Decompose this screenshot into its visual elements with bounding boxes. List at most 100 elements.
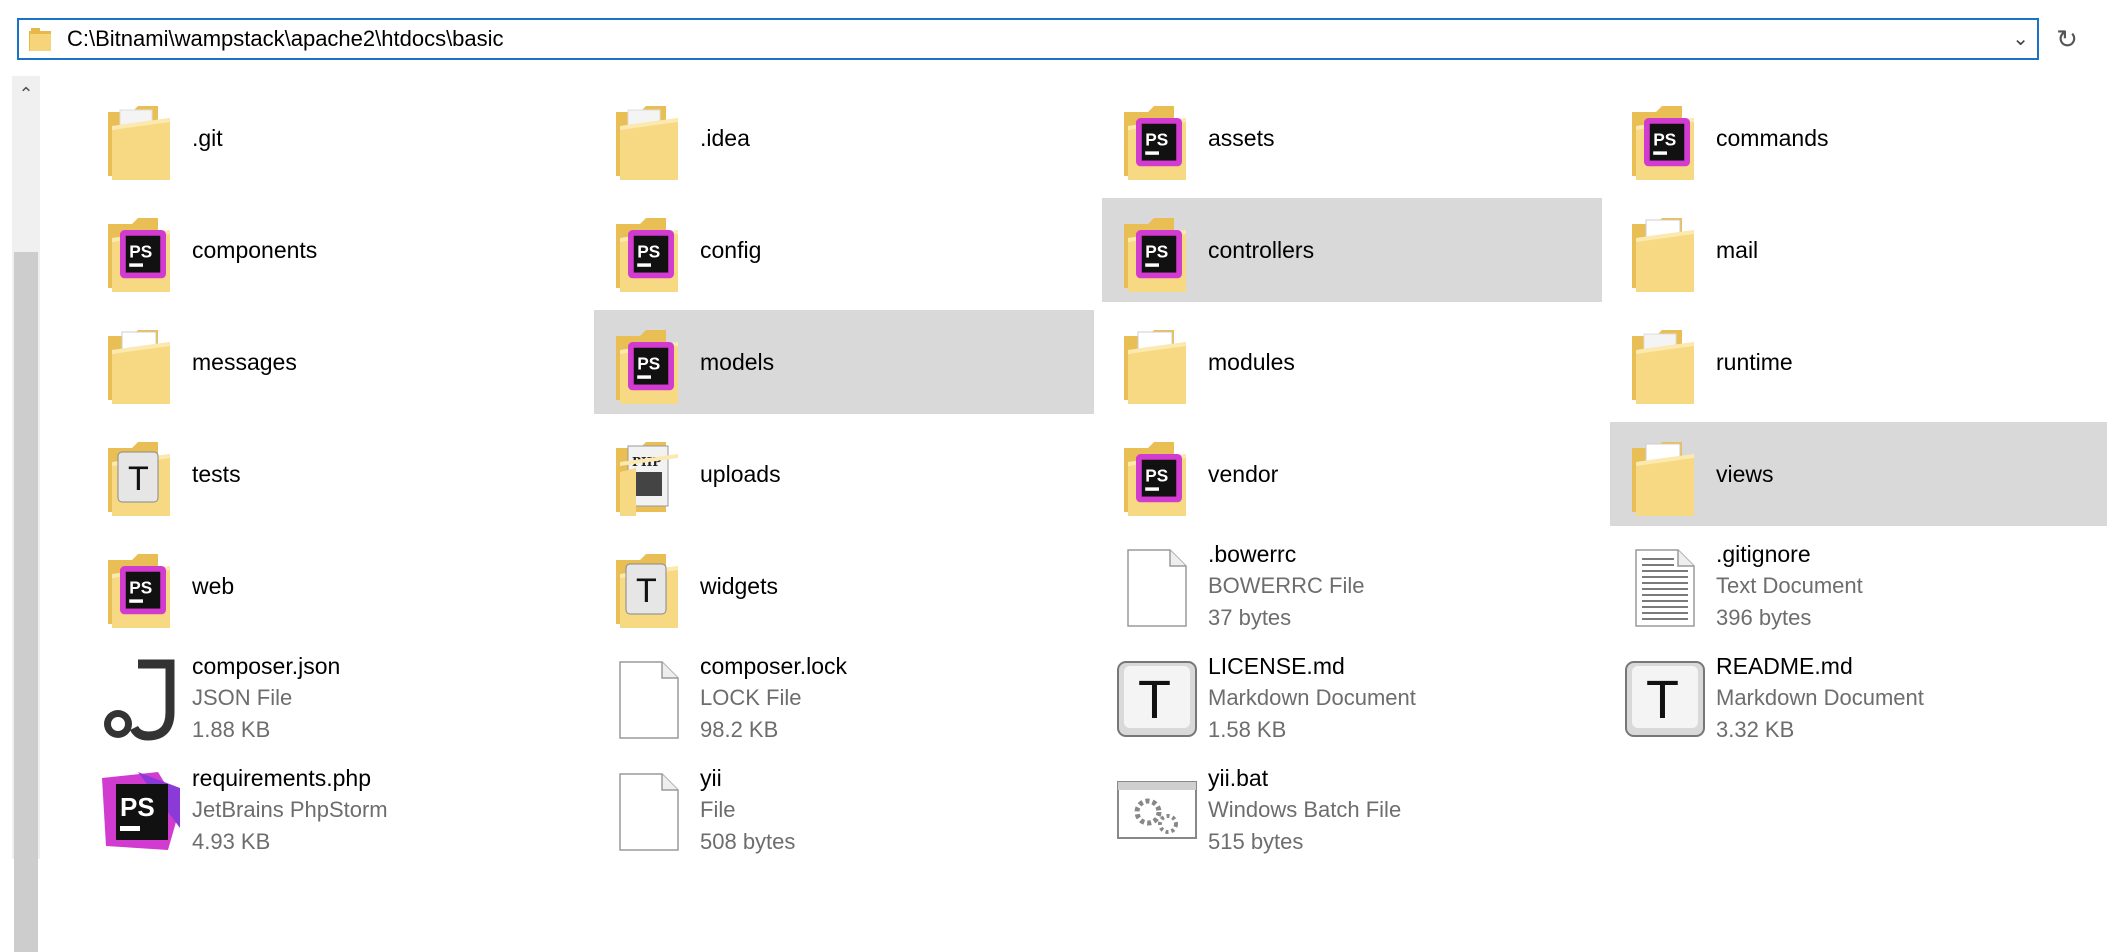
folder-docs-icon xyxy=(1622,432,1708,518)
item-name: composer.lock xyxy=(700,653,848,679)
folder-item[interactable]: mail xyxy=(1610,198,2107,302)
item-type: JSON File xyxy=(192,685,293,710)
folder-item[interactable]: runtime xyxy=(1610,310,2107,414)
address-path[interactable]: C:\Bitnami\wampstack\apache2\htdocs\basi… xyxy=(67,20,504,58)
item-size: 37 bytes xyxy=(1208,605,1292,630)
item-type: Markdown Document xyxy=(1208,685,1416,710)
folder-item[interactable]: Twidgets xyxy=(594,534,1094,638)
folder-ps-icon: PS xyxy=(1622,96,1708,182)
chevron-down-icon[interactable]: ⌄ xyxy=(2012,20,2029,58)
item-size: 3.32 KB xyxy=(1716,717,1795,742)
item-name: components xyxy=(192,237,318,263)
item-type: Text Document xyxy=(1716,573,1863,598)
item-name: modules xyxy=(1208,349,1295,375)
folder-icon xyxy=(29,28,51,51)
file-item[interactable]: .bowerrc BOWERRC File 37 bytes xyxy=(1102,534,1602,638)
item-size: 508 bytes xyxy=(700,829,796,854)
svg-text:PS: PS xyxy=(1145,242,1168,262)
item-name: composer.json xyxy=(192,653,341,679)
item-size: 1.88 KB xyxy=(192,717,271,742)
file-blank-icon xyxy=(606,656,692,742)
folder-item[interactable]: PS components xyxy=(86,198,586,302)
folder-item[interactable]: PS controllers xyxy=(1102,198,1602,302)
svg-text:PS: PS xyxy=(129,578,152,598)
vertical-scrollbar[interactable]: ⌃ xyxy=(12,76,40,952)
folder-item[interactable]: PS models xyxy=(594,310,1094,414)
item-name: requirements.php xyxy=(192,765,371,791)
item-name: runtime xyxy=(1716,349,1793,375)
file-item[interactable]: yii File 508 bytes xyxy=(594,758,1094,862)
file-item[interactable]: composer.lock LOCK File 98.2 KB xyxy=(594,646,1094,750)
folder-ps-icon: PS xyxy=(98,208,184,294)
scrollbar-thumb[interactable] xyxy=(14,252,38,952)
file-item[interactable]: T README.md Markdown Document 3.32 KB xyxy=(1610,646,2107,750)
svg-text:PS: PS xyxy=(1145,466,1168,486)
folder-ps-icon: PS xyxy=(1114,432,1200,518)
svg-text:PS: PS xyxy=(637,354,660,374)
item-type: LOCK File xyxy=(700,685,802,710)
svg-text:T: T xyxy=(636,572,657,610)
item-name: mail xyxy=(1716,237,1759,263)
folder-php-icon: PHP xyxy=(606,432,692,518)
item-name: vendor xyxy=(1208,461,1279,487)
folder-item[interactable]: .idea xyxy=(594,86,1094,190)
item-name: messages xyxy=(192,349,297,375)
file-text-icon xyxy=(1622,544,1708,630)
item-name: LICENSE.md xyxy=(1208,653,1345,679)
file-blank-icon xyxy=(606,768,692,854)
folder-item[interactable]: PS commands xyxy=(1610,86,2107,190)
item-type: Windows Batch File xyxy=(1208,797,1402,822)
item-name: controllers xyxy=(1208,237,1315,263)
item-name: .git xyxy=(192,125,223,151)
folder-item[interactable]: .git xyxy=(86,86,586,190)
folder-docs-icon xyxy=(1114,320,1200,406)
folder-item[interactable]: PS config xyxy=(594,198,1094,302)
file-t-icon: T xyxy=(1622,656,1708,742)
folder-item[interactable]: Ttests xyxy=(86,422,586,526)
item-type: File xyxy=(700,797,736,822)
file-bat-icon xyxy=(1114,768,1200,854)
svg-text:PS: PS xyxy=(637,242,660,262)
svg-text:T: T xyxy=(1646,670,1679,730)
address-bar[interactable]: C:\Bitnami\wampstack\apache2\htdocs\basi… xyxy=(17,18,2039,60)
folder-item[interactable]: modules xyxy=(1102,310,1602,414)
item-name: .bowerrc xyxy=(1208,541,1297,567)
folder-plain-icon xyxy=(98,96,184,182)
item-type: BOWERRC File xyxy=(1208,573,1365,598)
folder-item[interactable]: PS web xyxy=(86,534,586,638)
scroll-up-arrow-icon[interactable]: ⌃ xyxy=(12,76,40,110)
svg-text:PS: PS xyxy=(1145,130,1168,150)
item-name: views xyxy=(1716,461,1774,487)
item-type: Markdown Document xyxy=(1716,685,1924,710)
item-size: 1.58 KB xyxy=(1208,717,1287,742)
file-item[interactable]: yii.bat Windows Batch File 515 bytes xyxy=(1102,758,1602,862)
item-name: widgets xyxy=(700,573,778,599)
item-name: yii xyxy=(700,765,722,791)
folder-item[interactable]: views xyxy=(1610,422,2107,526)
item-name: commands xyxy=(1716,125,1829,151)
file-item[interactable]: T LICENSE.md Markdown Document 1.58 KB xyxy=(1102,646,1602,750)
folder-t-icon: T xyxy=(606,544,692,630)
file-ps-icon: PS xyxy=(98,768,184,854)
folder-item[interactable]: PS assets xyxy=(1102,86,1602,190)
svg-text:PS: PS xyxy=(120,792,155,822)
item-name: assets xyxy=(1208,125,1275,151)
folder-t-icon: T xyxy=(98,432,184,518)
folder-item[interactable]: messages xyxy=(86,310,586,414)
file-item[interactable]: PS requirements.php JetBrains PhpStorm 4.93… xyxy=(86,758,586,862)
folder-item[interactable]: PHP uploads xyxy=(594,422,1094,526)
svg-text:PS: PS xyxy=(1653,130,1676,150)
item-name: tests xyxy=(192,461,241,487)
item-name: uploads xyxy=(700,461,781,487)
svg-text:T: T xyxy=(128,460,149,498)
file-item[interactable]: .gitignore Text Document 396 bytes xyxy=(1610,534,2107,638)
folder-docs-icon xyxy=(98,320,184,406)
svg-text:T: T xyxy=(1138,670,1171,730)
file-json-icon xyxy=(98,656,184,742)
item-size: 4.93 KB xyxy=(192,829,271,854)
folder-ps-icon: PS xyxy=(606,208,692,294)
folder-plain-icon xyxy=(1622,320,1708,406)
file-item[interactable]: composer.json JSON File 1.88 KB xyxy=(86,646,586,750)
refresh-icon[interactable]: ↻ xyxy=(2047,18,2087,60)
folder-item[interactable]: PS vendor xyxy=(1102,422,1602,526)
